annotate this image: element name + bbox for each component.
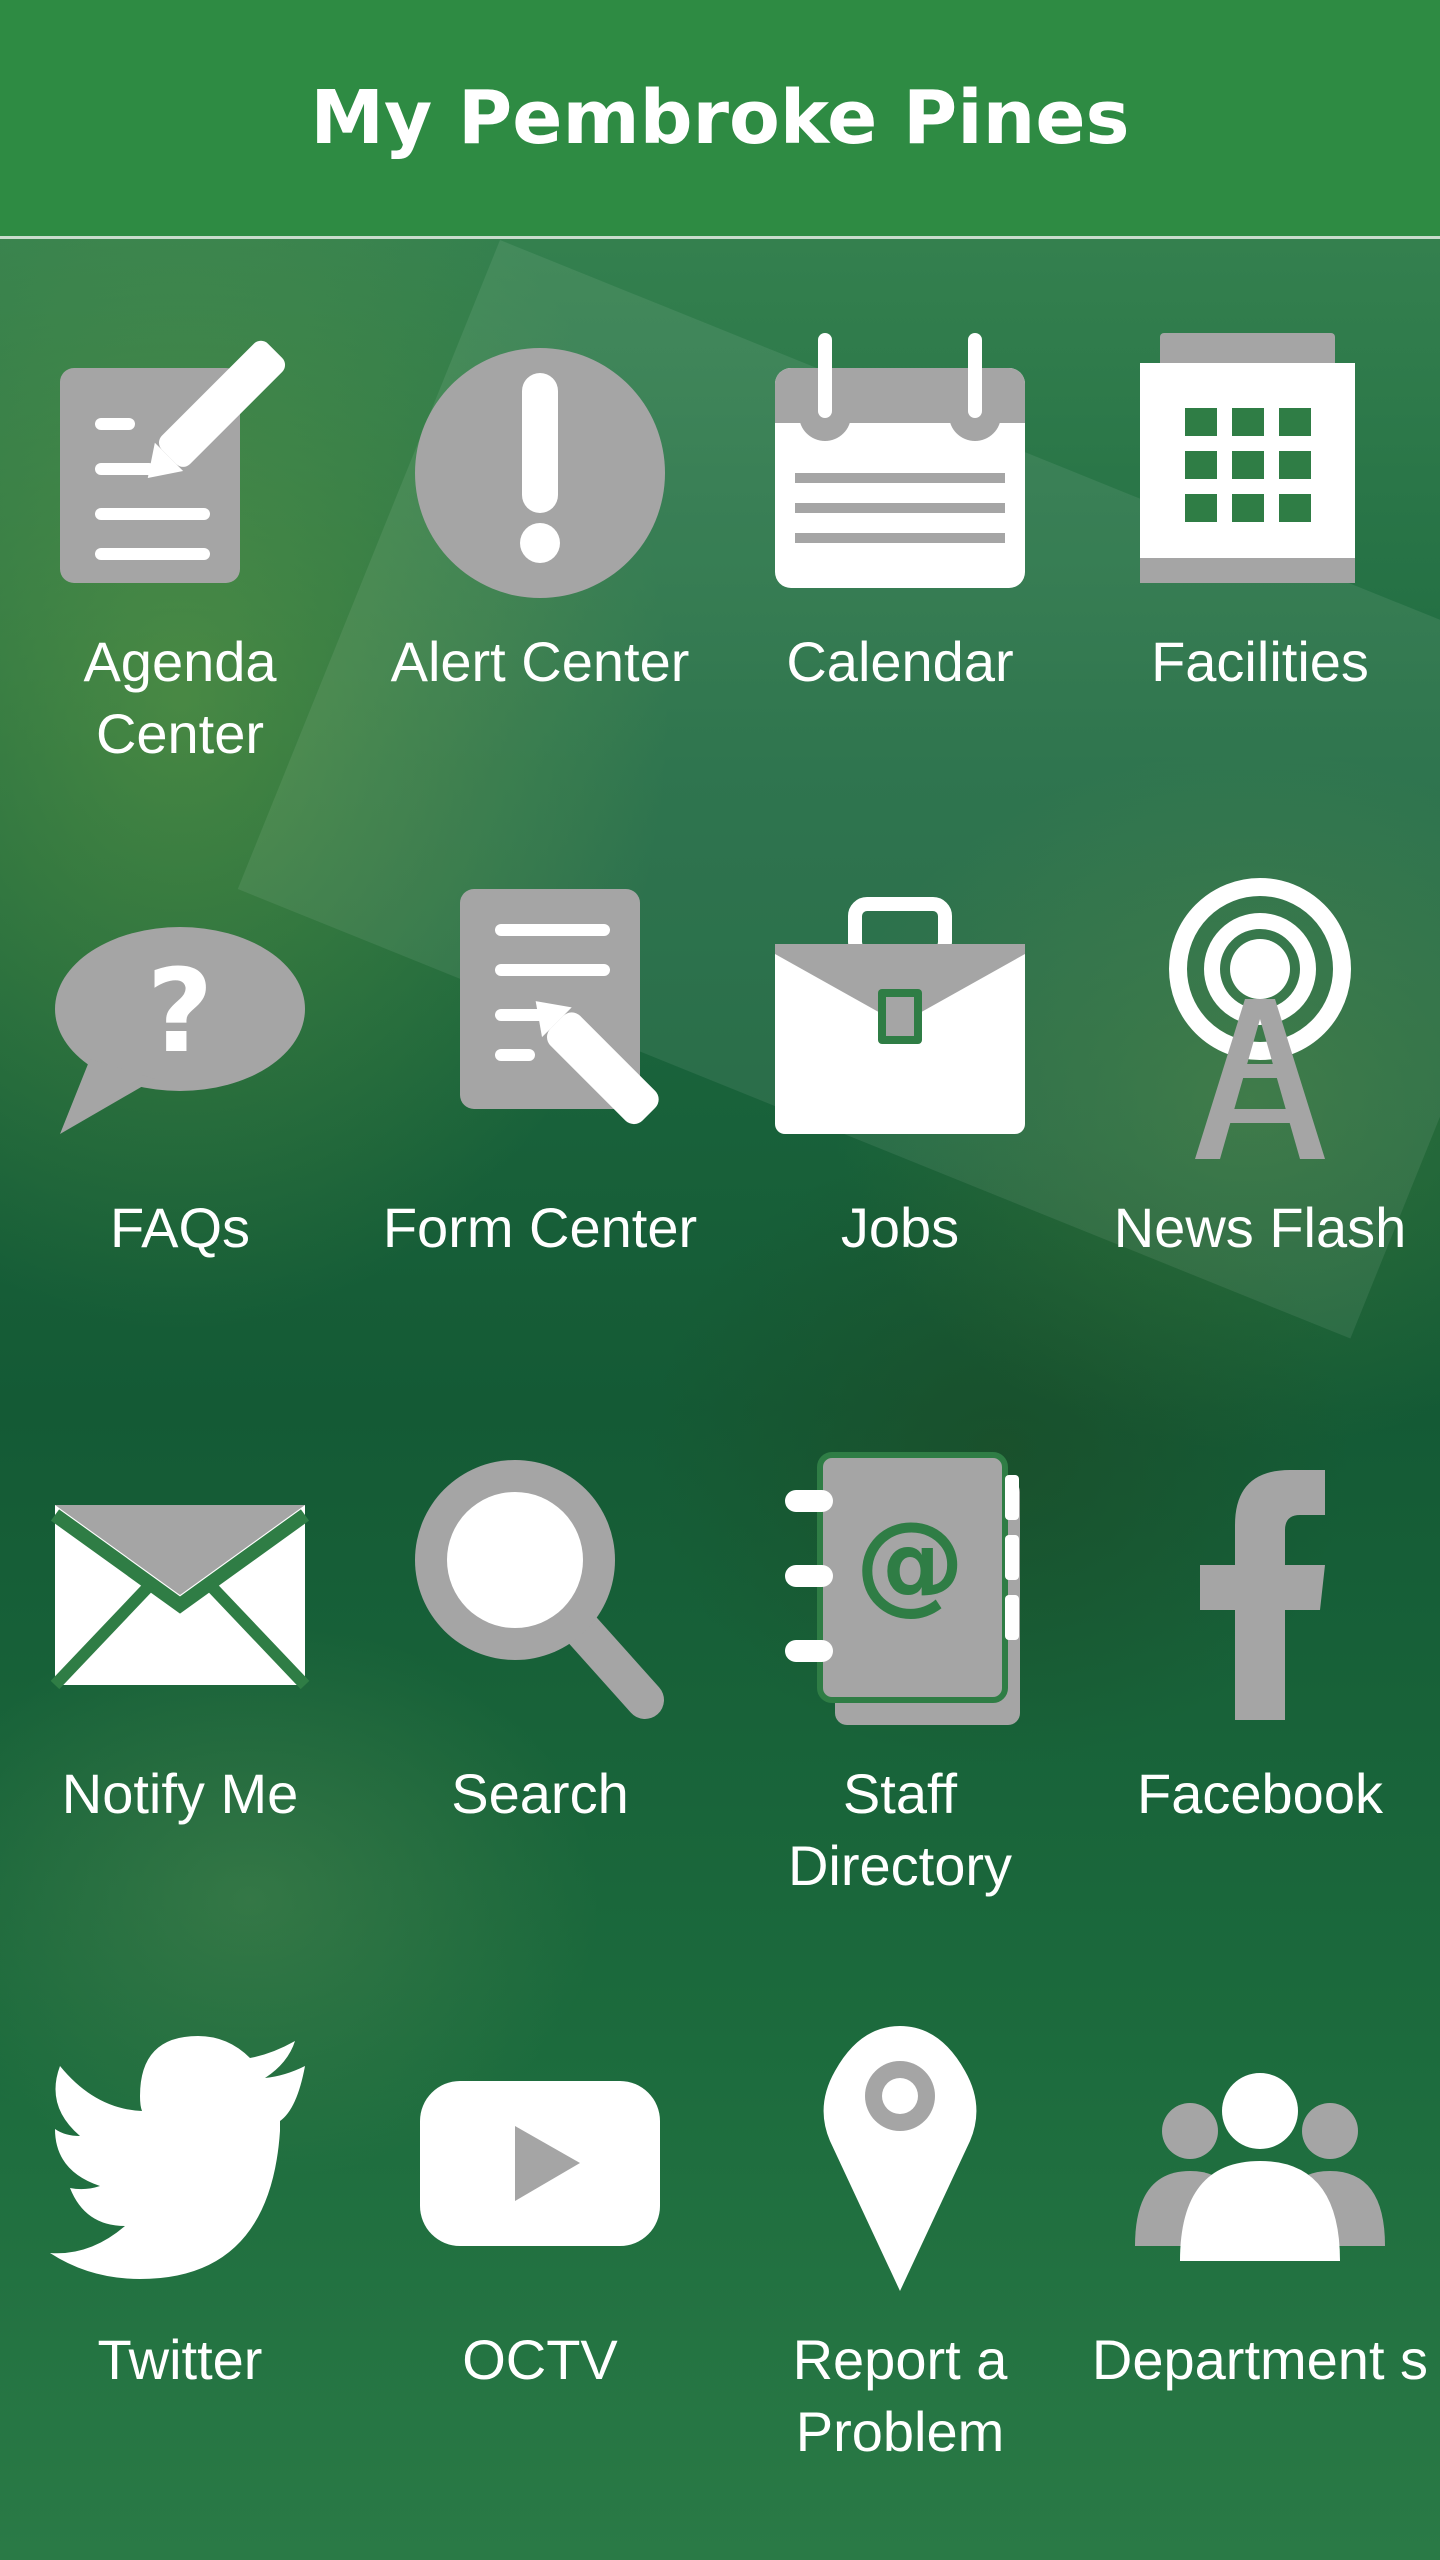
tile-label: Facebook [1137, 1762, 1383, 1825]
menu-grid: Agenda Center Alert Center Calendar Faci… [0, 238, 1440, 2560]
youtube-icon [395, 2016, 685, 2306]
tile-notify-me[interactable]: Notify Me [0, 1370, 360, 1930]
svg-text:?: ? [147, 945, 214, 1079]
tile-label: Agenda Center [83, 630, 277, 765]
tile-label: Staff Directory [787, 1762, 1013, 1897]
app-title: My Pembroke Pines [310, 75, 1130, 161]
tile-news-flash[interactable]: News Flash [1080, 804, 1440, 1364]
faq-icon: ? [35, 884, 325, 1174]
tile-label: Search [451, 1762, 629, 1825]
tile-facebook[interactable]: Facebook [1080, 1370, 1440, 1930]
tile-label: OCTV [462, 2328, 618, 2391]
tile-label: Calendar [786, 630, 1014, 693]
tile-label: Report a Problem [792, 2328, 1008, 2463]
tile-twitter[interactable]: Twitter [0, 1936, 360, 2496]
app-header: My Pembroke Pines [0, 0, 1440, 239]
tile-facilities[interactable]: Facilities [1080, 238, 1440, 798]
tile-label: Department s [1091, 2328, 1429, 2391]
search-icon [395, 1450, 685, 1740]
tile-label: Alert Center [390, 630, 690, 693]
tile-label: News Flash [1113, 1196, 1407, 1259]
form-icon [395, 884, 685, 1174]
svg-text:@: @ [855, 1498, 965, 1626]
briefcase-icon [755, 884, 1045, 1174]
tile-label: Jobs [840, 1196, 960, 1259]
agenda-icon [35, 318, 325, 608]
tile-faqs[interactable]: ? FAQs [0, 804, 360, 1364]
alert-icon [395, 318, 685, 608]
tile-calendar[interactable]: Calendar [720, 238, 1080, 798]
broadcast-tower-icon [1115, 878, 1405, 1174]
tile-octv[interactable]: OCTV [360, 1936, 720, 2496]
tile-agenda-center[interactable]: Agenda Center [0, 238, 360, 798]
address-book-icon: @ [755, 1450, 1045, 1740]
calendar-icon [755, 318, 1045, 608]
tile-staff-directory[interactable]: @ Staff Directory [720, 1370, 1080, 1930]
tile-label: FAQs [109, 1196, 251, 1259]
twitter-icon [35, 2016, 325, 2306]
tile-jobs[interactable]: Jobs [720, 804, 1080, 1364]
tile-label: Notify Me [61, 1762, 299, 1825]
people-icon [1115, 2016, 1405, 2306]
facebook-icon [1115, 1450, 1405, 1740]
tile-alert-center[interactable]: Alert Center [360, 238, 720, 798]
facilities-icon [1115, 318, 1405, 608]
tile-departments[interactable]: Department s [1080, 1936, 1440, 2496]
tile-report-a-problem[interactable]: Report a Problem [720, 1936, 1080, 2496]
tile-label: Twitter [97, 2328, 263, 2391]
tile-label: Facilities [1151, 630, 1369, 693]
envelope-icon [35, 1450, 325, 1740]
tile-label: Form Center [382, 1196, 698, 1259]
tile-form-center[interactable]: Form Center [360, 804, 720, 1364]
map-pin-icon [755, 2016, 1045, 2306]
tile-search[interactable]: Search [360, 1370, 720, 1930]
